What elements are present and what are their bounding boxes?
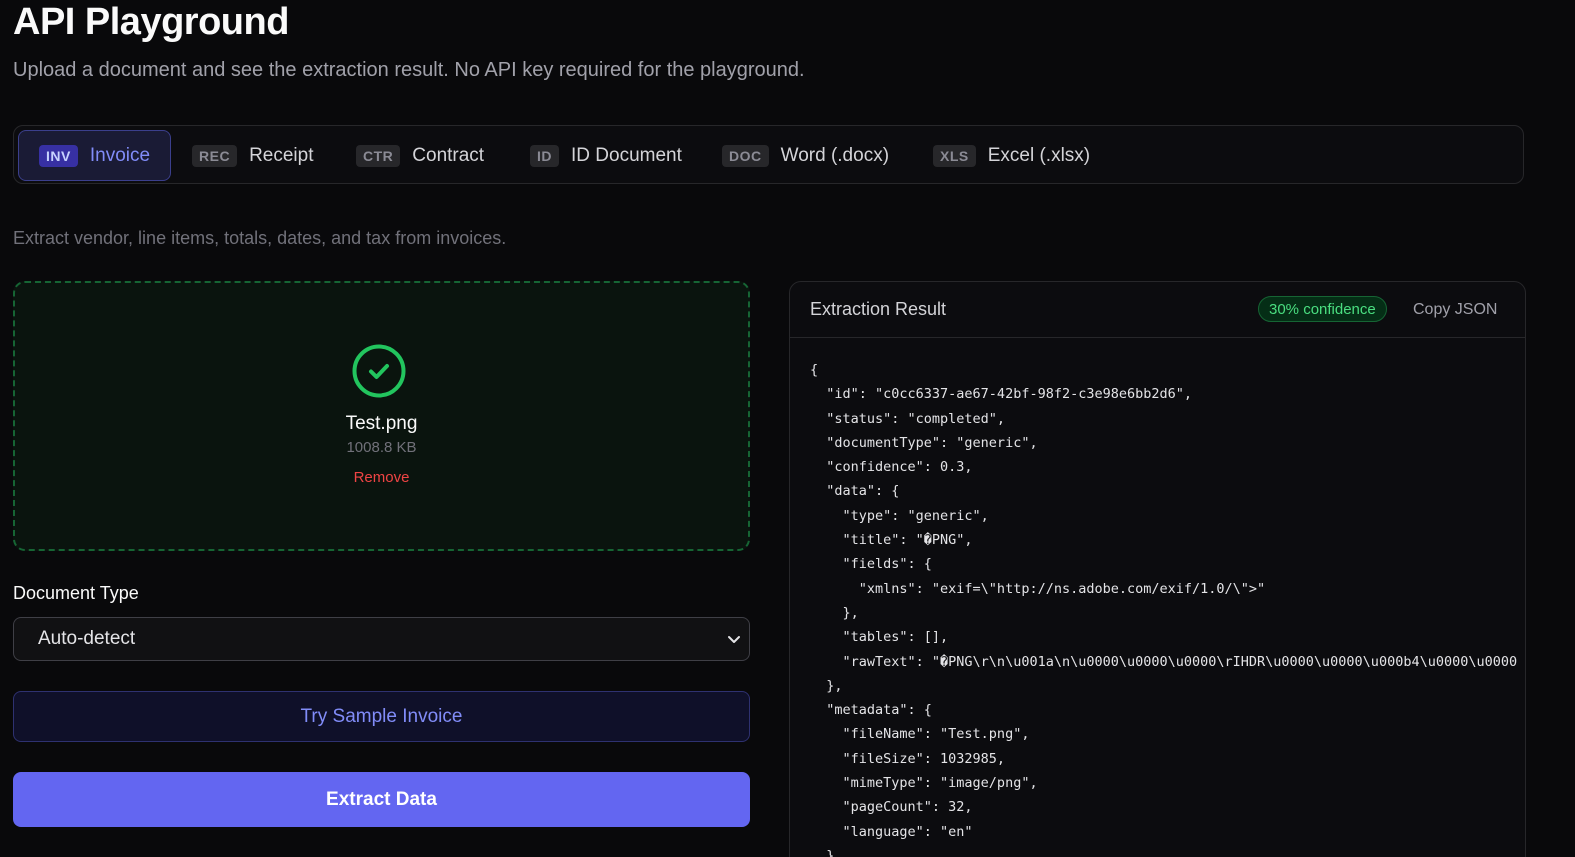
json-line: }, (810, 604, 859, 621)
uploaded-file-name: Test.png (345, 413, 418, 434)
confidence-badge: 30% confidence (1258, 296, 1387, 322)
tab-code-badge: XLS (933, 144, 976, 167)
tab-invoice[interactable]: INV Invoice (18, 130, 172, 181)
json-line: }, (810, 677, 843, 694)
json-output: { "id": "c0cc6337-ae67-42bf-98f2-c3e98e6… (810, 358, 1525, 857)
json-line: "type": "generic", (810, 507, 989, 524)
tab-contract[interactable]: CTR Contract (336, 130, 504, 181)
extract-data-button[interactable]: Extract Data (13, 772, 750, 827)
document-type-select[interactable]: Auto-detect (13, 617, 750, 661)
json-line: "fileName": "Test.png", (810, 726, 1030, 743)
tab-label: Contract (412, 144, 485, 166)
tab-word-docx[interactable]: DOC Word (.docx) (702, 130, 909, 181)
json-line: "status": "completed", (810, 410, 1006, 427)
json-line: "metadata": { (810, 702, 932, 719)
json-line: "documentType": "generic", (810, 434, 1038, 451)
json-line: "data": { (810, 483, 900, 500)
document-tabs: INV Invoice REC Receipt CTR Contract ID … (13, 125, 1524, 184)
tab-code-badge: DOC (722, 144, 769, 167)
json-line: "fields": { (810, 556, 932, 573)
page: API Playground Upload a document and see… (0, 0, 1575, 857)
tab-excel-xlsx[interactable]: XLS Excel (.xlsx) (913, 130, 1110, 181)
json-line: "language": "en" (810, 823, 973, 840)
json-line: "confidence": 0.3, (810, 459, 973, 476)
json-line: "id": "c0cc6337-ae67-42bf-98f2-c3e98e6bb… (810, 386, 1193, 403)
tab-label: Invoice (89, 144, 151, 166)
tab-label: Receipt (249, 144, 314, 166)
document-type-label: Document Type (13, 583, 139, 603)
json-line: "tables": [], (810, 629, 949, 646)
check-circle-icon (352, 344, 406, 398)
json-line: }, (810, 847, 843, 857)
uploaded-file-size: 1008.8 KB (346, 439, 417, 456)
json-line: "xmlns": "exif=\"http://ns.adobe.com/exi… (810, 580, 1266, 597)
tab-label: Word (.docx) (780, 144, 890, 166)
tab-receipt[interactable]: REC Receipt (172, 130, 333, 181)
document-type-selected-value: Auto-detect (38, 628, 136, 649)
remove-file-button[interactable]: Remove (15, 469, 748, 486)
tab-label: ID Document (571, 144, 682, 166)
file-dropzone[interactable]: Test.png 1008.8 KB Remove (13, 281, 750, 551)
copy-json-button[interactable]: Copy JSON (1413, 301, 1497, 319)
tab-description: Extract vendor, line items, totals, date… (13, 228, 507, 248)
tab-code-badge: INV (39, 144, 78, 167)
json-line: "pageCount": 32, (810, 799, 973, 816)
tab-code-badge: REC (192, 144, 238, 167)
tab-code-badge: ID (530, 144, 559, 167)
json-line: { (810, 362, 819, 378)
json-line: "title": "�PNG", (810, 532, 973, 549)
json-line: "fileSize": 1032985, (810, 750, 1006, 767)
json-line: "mimeType": "image/png", (810, 775, 1038, 792)
tab-id-document[interactable]: ID ID Document (510, 130, 702, 181)
result-header: Extraction Result 30% confidence Copy JS… (790, 282, 1525, 338)
page-title: API Playground (13, 1, 289, 43)
result-title: Extraction Result (810, 299, 947, 319)
tab-code-badge: CTR (356, 144, 401, 167)
page-subtitle: Upload a document and see the extraction… (13, 59, 805, 81)
try-sample-button[interactable]: Try Sample Invoice (13, 691, 750, 742)
tab-label: Excel (.xlsx) (987, 144, 1091, 166)
chevron-down-icon (728, 636, 740, 643)
extraction-result-panel: Extraction Result 30% confidence Copy JS… (789, 281, 1526, 857)
json-line: "rawText": "�PNG\r\n\u001a\n\u0000\u0000… (810, 653, 1518, 670)
